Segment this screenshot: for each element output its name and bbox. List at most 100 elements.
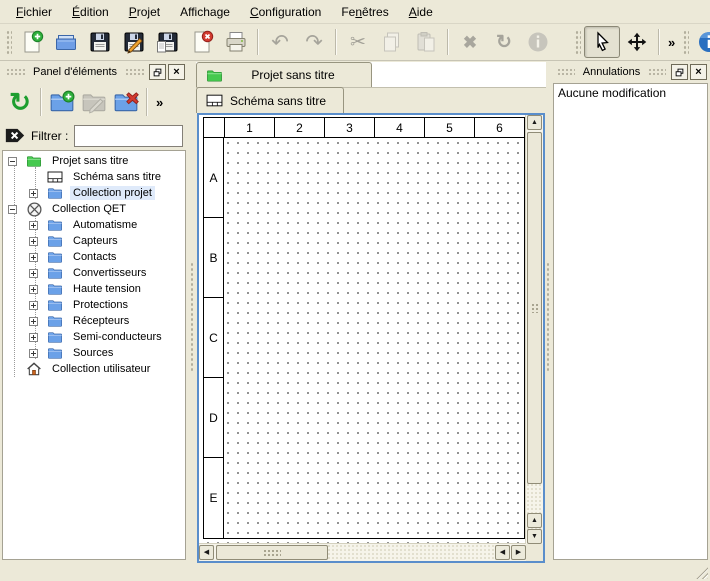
horizontal-scrollbar[interactable]: ◀ ◀ ▶ [199,543,526,561]
tree-item-label: Collection QET [49,202,129,216]
horizontal-scroll-thumb[interactable] [216,545,328,560]
scroll-right-button[interactable]: ▶ [511,545,526,560]
save-button[interactable] [83,27,117,57]
schema-tab-bar: Schéma sans titre [196,87,546,113]
tree-item-protections[interactable]: Protections [3,297,185,313]
elements-panel-titlebar[interactable]: Panel d'éléments × [0,62,188,82]
menu-dition[interactable]: Édition [62,2,119,22]
diagram-scene[interactable]: 123456ABCDE [199,115,526,544]
diagram-drawing-area[interactable] [224,138,524,538]
toolbar-drag-handle[interactable] [682,29,689,55]
scroll-up-button[interactable]: ▲ [527,115,542,130]
toolbar-separator [146,88,148,116]
tree-item-r-cepteurs[interactable]: Récepteurs [3,313,185,329]
expand-icon[interactable] [29,189,38,198]
menu-aide[interactable]: Aide [399,2,443,22]
float-panel-button[interactable] [671,64,688,80]
tree-item-label: Haute tension [70,282,144,296]
tree-item-contacts[interactable]: Contacts [3,249,185,265]
undo-panel-titlebar[interactable]: Annulations × [551,62,710,82]
page-new-icon [20,30,44,54]
vertical-scroll-thumb[interactable] [527,132,542,484]
expand-icon[interactable] [29,301,38,310]
scroll-up-button-2[interactable]: ▲ [527,513,542,528]
element-info-button[interactable] [521,27,555,57]
edit-category-button[interactable] [78,86,110,118]
delete-button[interactable]: ✖ [453,27,487,57]
cut-button[interactable]: ✂ [341,27,375,57]
tree-item-collection-qet[interactable]: Collection QET [3,201,185,217]
tab-project[interactable]: Projet sans titre [196,62,372,87]
select-tool-button[interactable] [584,26,620,58]
vertical-scrollbar[interactable]: ▲ ▲ ▼ [525,115,543,544]
tree-item-convertisseurs[interactable]: Convertisseurs [3,265,185,281]
titlebar-texture [125,68,144,77]
expand-icon[interactable] [29,269,38,278]
about-button[interactable] [692,27,710,57]
save-all-button[interactable] [151,27,185,57]
toolbar-separator [257,29,259,55]
delete-icon: ✖ [463,34,477,51]
expand-icon[interactable] [29,317,38,326]
delete-category-button[interactable] [110,86,142,118]
tree-item-collection-utilisateur[interactable]: Collection utilisateur [3,361,185,377]
save-as-button[interactable] [117,27,151,57]
collapse-icon[interactable] [8,205,17,214]
paste-button[interactable] [409,27,443,57]
expand-icon[interactable] [29,221,38,230]
diagram-editor-canvas: 123456ABCDE ▲ ▲ ▼ ◀ ◀ ▶ [197,113,545,563]
frame-column-label: 4 [374,118,424,138]
tree-item-label: Automatisme [70,218,140,232]
tree-item-label: Projet sans titre [49,154,131,168]
tree-item-automatisme[interactable]: Automatisme [3,217,185,233]
expand-icon[interactable] [29,237,38,246]
tree-item-collection-projet[interactable]: Collection projet [3,185,185,201]
copy-button[interactable] [375,27,409,57]
scroll-down-button[interactable]: ▼ [527,529,542,544]
close-panel-button[interactable]: × [690,64,707,80]
menu-fichier[interactable]: Fichier [6,2,62,22]
toolbar-drag-handle[interactable] [5,29,12,55]
expand-icon[interactable] [29,333,38,342]
tab-schema[interactable]: Schéma sans titre [196,87,344,113]
scroll-left-button[interactable]: ◀ [199,545,214,560]
filter-input[interactable] [74,125,183,147]
toolbar-drag-handle[interactable] [574,29,581,55]
undo-list-item[interactable]: Aucune modification [554,84,707,102]
expand-icon[interactable] [29,349,38,358]
print-button[interactable] [219,27,253,57]
panel-overflow-button[interactable]: » [152,95,167,110]
left-splitter-handle[interactable] [188,62,196,563]
clear-filter-button[interactable] [5,127,25,144]
expand-icon[interactable] [29,285,38,294]
tree-item-semi-conducteurs[interactable]: Semi-conducteurs [3,329,185,345]
blue-folder-icon [47,233,63,249]
float-panel-button[interactable] [149,64,166,80]
menu-bar: FichierÉditionProjetAffichageConfigurati… [0,0,710,24]
tree-item-projet-sans-titre[interactable]: Projet sans titre [3,153,185,169]
new-document-button[interactable] [15,27,49,57]
tree-item-capteurs[interactable]: Capteurs [3,233,185,249]
menu-configuration[interactable]: Configuration [240,2,331,22]
blue-folder-icon [45,282,65,297]
close-file-button[interactable] [185,27,219,57]
undo-button[interactable]: ↶ [263,27,297,57]
tools-overflow-button[interactable]: » [664,35,679,50]
open-document-button[interactable] [49,27,83,57]
close-panel-button[interactable]: × [168,64,185,80]
move-tool-button[interactable] [620,27,654,57]
menu-fentres[interactable]: Fenêtres [331,2,398,22]
new-category-button[interactable] [46,86,78,118]
menu-affichage[interactable]: Affichage [170,2,240,22]
tree-item-sources[interactable]: Sources [3,345,185,361]
tree-item-sch-ma-sans-titre[interactable]: Schéma sans titre [3,169,185,185]
scroll-left-button-2[interactable]: ◀ [495,545,510,560]
rotate-button[interactable]: ↻ [487,27,521,57]
menu-projet[interactable]: Projet [119,2,170,22]
reload-collections-button[interactable]: ↻ [4,86,36,118]
tree-item-haute-tension[interactable]: Haute tension [3,281,185,297]
collapse-icon[interactable] [8,157,17,166]
expand-icon[interactable] [29,253,38,262]
redo-button[interactable]: ↷ [297,27,331,57]
resize-grip[interactable] [695,566,708,579]
